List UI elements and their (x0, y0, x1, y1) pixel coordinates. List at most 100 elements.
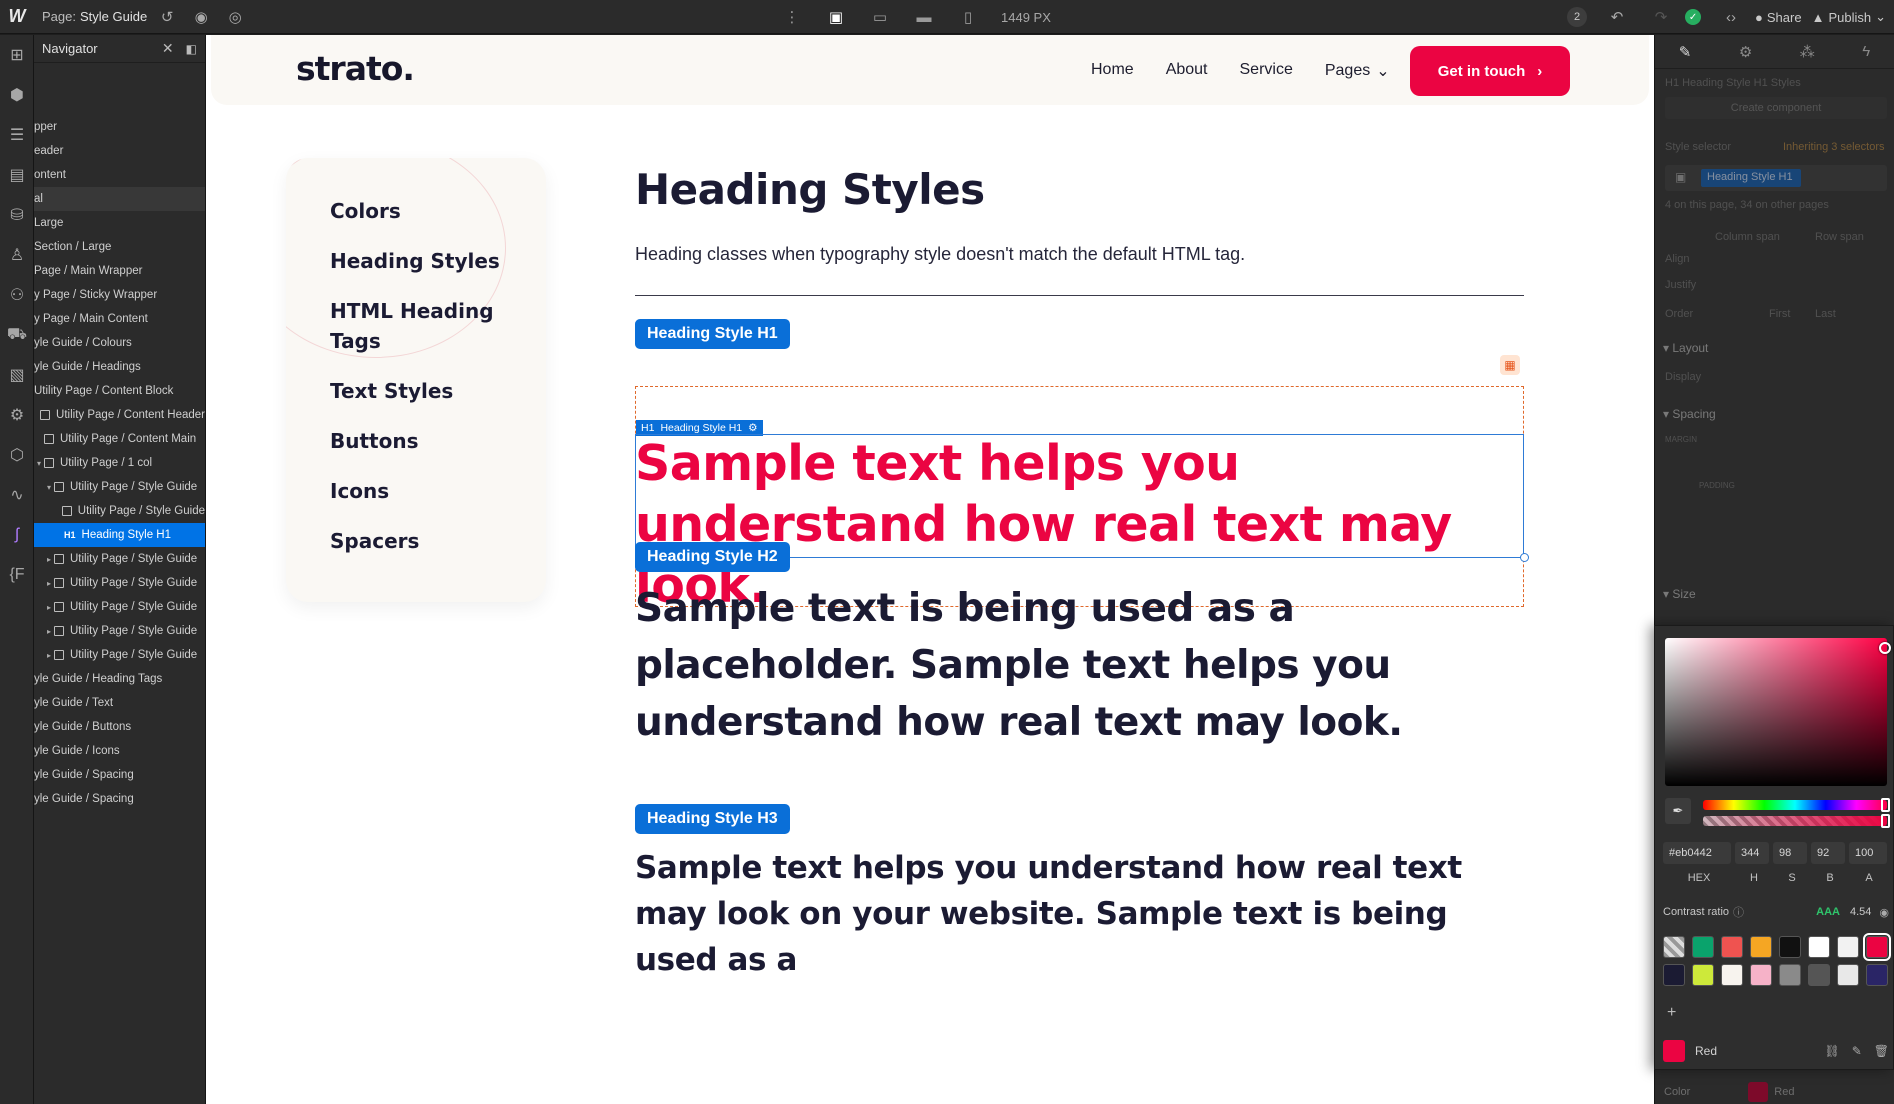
hue-input[interactable]: 344 (1735, 842, 1769, 864)
alpha-slider-handle[interactable] (1881, 814, 1890, 828)
images-icon[interactable]: ▧ (0, 355, 34, 395)
site-logo[interactable]: strato. (296, 49, 415, 88)
users-icon[interactable]: ⚇ (0, 275, 34, 315)
heading-style-h2-sample[interactable]: Sample text is being used as a placehold… (635, 580, 1524, 751)
sidebar-link-html-heading-tags[interactable]: HTML Heading Tags (330, 296, 510, 356)
navigator-row[interactable]: yle Guide / Headings (34, 355, 205, 379)
tablet-breakpoint-icon[interactable]: ▭ (863, 3, 897, 31)
expand-caret-icon[interactable]: ▾ (44, 483, 54, 492)
menu-item-home[interactable]: Home (1091, 61, 1134, 81)
redo-icon[interactable]: ↷ (1647, 3, 1675, 31)
navigator-row[interactable]: eader (34, 139, 205, 163)
info-icon[interactable]: ⓘ (1733, 904, 1744, 920)
undo-icon[interactable]: ↶ (1603, 3, 1631, 31)
page-description[interactable]: Heading classes when typography style do… (635, 244, 1524, 265)
close-icon[interactable]: ✕ (162, 40, 174, 57)
color-swatch[interactable] (1837, 964, 1859, 986)
page-selector[interactable]: Page: Style Guide (42, 9, 147, 24)
saturation-brightness-field[interactable] (1665, 638, 1887, 786)
expand-caret-icon[interactable]: ▸ (44, 603, 54, 612)
history-icon[interactable]: ↺ (153, 3, 181, 31)
code-icon[interactable]: ‹› (1717, 3, 1745, 31)
preview-eye-icon[interactable]: ◉ (1879, 906, 1889, 919)
preview-eye-icon[interactable]: ◎ (221, 3, 249, 31)
color-swatch[interactable] (1779, 964, 1801, 986)
navigator-row[interactable]: yle Guide / Colours (34, 331, 205, 355)
pages-icon[interactable]: ▤ (0, 155, 34, 195)
navigator-row[interactable]: H1 Heading Style H1 (34, 523, 205, 547)
navigator-row[interactable]: ▸ Utility Page / Style Guide (34, 643, 205, 667)
interactions-bolt-icon[interactable]: ϟ (1862, 43, 1870, 60)
component-settings-icon[interactable]: ▦ (1500, 355, 1520, 375)
navigator-row[interactable]: yle Guide / Spacing (34, 787, 205, 811)
color-swatch[interactable] (1866, 964, 1888, 986)
navigator-icon[interactable]: ☰ (0, 115, 34, 155)
delete-swatch-icon[interactable]: 🗑 (1874, 1044, 1889, 1058)
comments-icon[interactable]: ◉ (187, 3, 215, 31)
color-field-value[interactable]: Red (1748, 1082, 1794, 1102)
heading-style-h3-sample[interactable]: Sample text helps you understand how rea… (635, 845, 1524, 983)
settings-gear-icon[interactable]: ⚙ (1739, 43, 1752, 61)
collaborators-badge[interactable]: 2 (1567, 7, 1588, 27)
color-swatch[interactable] (1808, 936, 1830, 958)
create-component-button[interactable]: Create component (1665, 97, 1887, 119)
navigator-row[interactable]: yle Guide / Text (34, 691, 205, 715)
color-swatch[interactable] (1808, 964, 1830, 986)
navigator-row[interactable]: ▸ Utility Page / Style Guide (34, 619, 205, 643)
menu-item-pages[interactable]: Pages ⌄ (1325, 61, 1390, 81)
navigator-row[interactable]: ▸ Utility Page / Style Guide (34, 595, 205, 619)
hue-slider[interactable] (1703, 800, 1887, 810)
navigator-row[interactable]: ▾ Utility Page / Style Guide (34, 475, 205, 499)
navigator-row[interactable]: yle Guide / Icons (34, 739, 205, 763)
dock-panel-icon[interactable]: ◧ (186, 42, 197, 56)
color-swatch[interactable] (1779, 936, 1801, 958)
navigator-row[interactable]: pper (34, 115, 205, 139)
landscape-breakpoint-icon[interactable]: ▬ (907, 3, 941, 31)
color-swatch[interactable] (1837, 936, 1859, 958)
navigator-row[interactable]: ▸ Utility Page / Style Guide (34, 571, 205, 595)
more-options-icon[interactable]: ⋮ (775, 3, 809, 31)
navigator-row[interactable]: al (34, 187, 205, 211)
expand-caret-icon[interactable]: ▸ (44, 627, 54, 636)
sidebar-link-heading-styles[interactable]: Heading Styles (330, 246, 510, 276)
navigator-row[interactable]: Utility Page / Style Guide (34, 499, 205, 523)
navigator-row[interactable]: yle Guide / Spacing (34, 763, 205, 787)
navigator-row[interactable]: Section / Large (34, 235, 205, 259)
expand-caret-icon[interactable]: ▸ (44, 555, 54, 564)
color-swatch[interactable] (1692, 936, 1714, 958)
publish-button[interactable]: ▲ Publish ⌄ (1812, 9, 1886, 25)
style-guide-icon[interactable]: ʃ (0, 515, 34, 555)
navigator-row[interactable]: y Page / Sticky Wrapper (34, 283, 205, 307)
navigator-row[interactable]: ▾ Utility Page / 1 col (34, 451, 205, 475)
expand-caret-icon[interactable]: ▸ (44, 579, 54, 588)
settings-gear-icon[interactable]: ⚙ (0, 395, 34, 435)
color-swatch[interactable] (1750, 964, 1772, 986)
hex-input[interactable]: #eb0442 (1663, 842, 1731, 864)
components-icon[interactable]: ⬢ (0, 75, 34, 115)
navigator-row[interactable]: Utility Page / Content Block (34, 379, 205, 403)
navigator-row[interactable]: Utility Page / Content Header (34, 403, 205, 427)
alpha-input[interactable]: 100 (1849, 842, 1887, 864)
add-elements-icon[interactable]: ⊞ (0, 35, 34, 75)
color-swatch[interactable] (1863, 933, 1891, 961)
color-swatch[interactable] (1663, 936, 1685, 958)
cms-icon[interactable]: ⛁ (0, 195, 34, 235)
hue-slider-handle[interactable] (1881, 798, 1890, 812)
inheriting-link[interactable]: Inheriting 3 selectors (1783, 141, 1885, 153)
navigator-row[interactable]: Page / Main Wrapper (34, 259, 205, 283)
order-last[interactable]: Last (1815, 308, 1836, 320)
saturation-input[interactable]: 98 (1773, 842, 1807, 864)
brightness-input[interactable]: 92 (1811, 842, 1845, 864)
color-swatch[interactable] (1663, 964, 1685, 986)
navigator-row[interactable]: yle Guide / Buttons (34, 715, 205, 739)
menu-item-service[interactable]: Service (1240, 61, 1293, 81)
color-swatch[interactable] (1750, 936, 1772, 958)
spacing-section-header[interactable]: ▾ Spacing (1663, 407, 1716, 421)
variables-icon[interactable]: {F (0, 555, 34, 595)
color-swatch[interactable] (1692, 964, 1714, 986)
tag-heading-style-h1[interactable]: Heading Style H1 (635, 319, 790, 349)
navigator-row[interactable]: Utility Page / Content Main (34, 427, 205, 451)
design-canvas[interactable]: strato. Home About Service Pages ⌄ Get in… (206, 35, 1654, 1104)
detach-swatch-icon[interactable]: ⛓ (1824, 1044, 1839, 1058)
activity-icon[interactable]: ∿ (0, 475, 34, 515)
